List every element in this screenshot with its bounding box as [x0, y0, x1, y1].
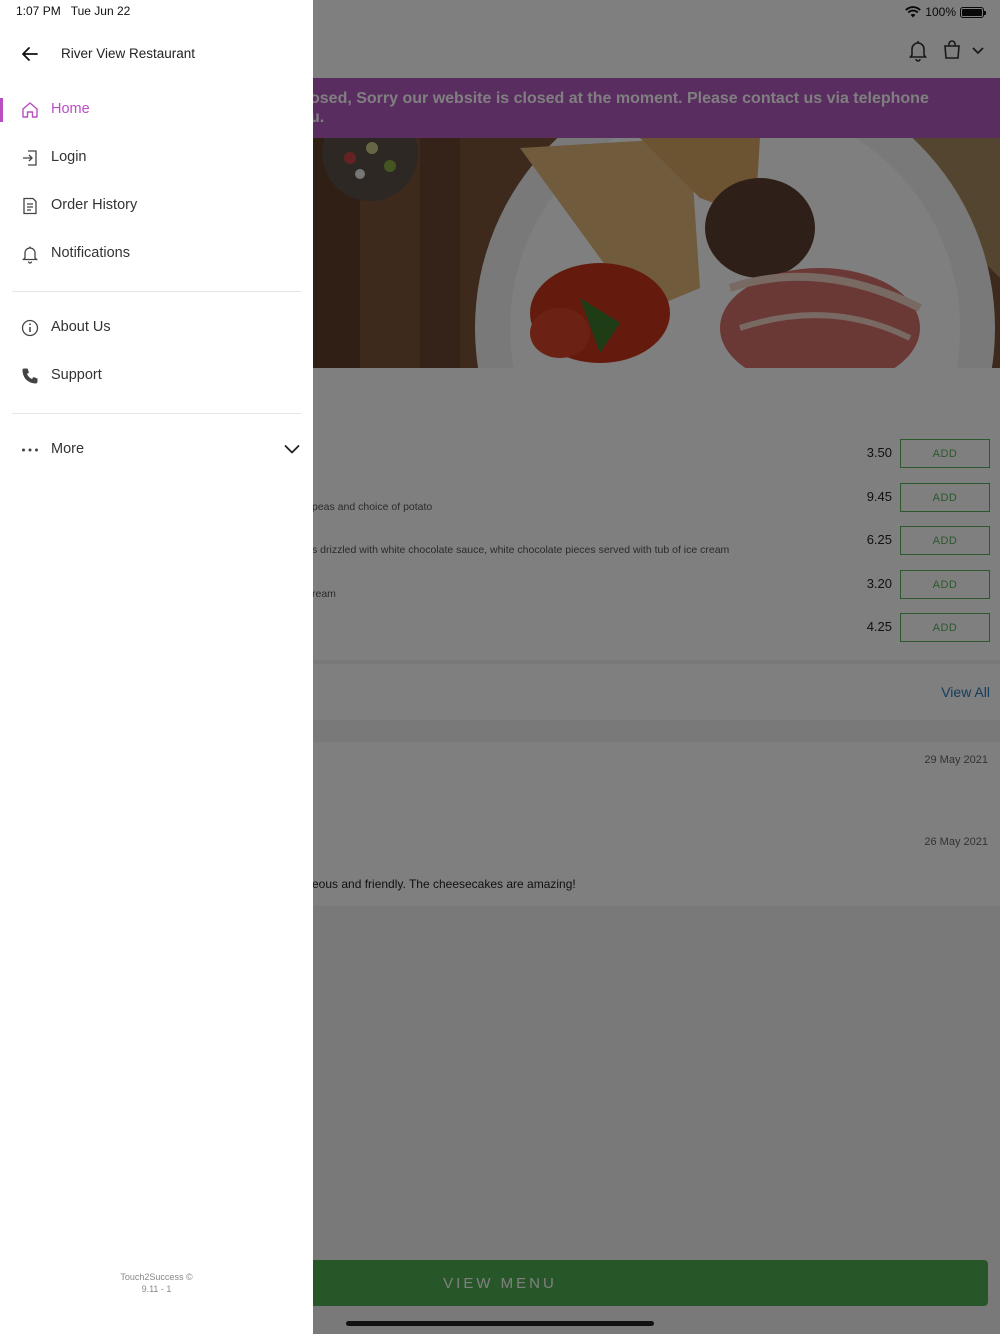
back-arrow-icon[interactable]: [20, 44, 40, 64]
status-date: Tue Jun 22: [70, 4, 131, 18]
nav-label: Home: [51, 101, 90, 117]
drawer-header: River View Restaurant: [0, 30, 313, 78]
chevron-down-icon[interactable]: [283, 440, 301, 458]
nav-item-support[interactable]: Support: [0, 354, 313, 398]
active-indicator: [0, 98, 3, 122]
nav-item-notifications[interactable]: Notifications: [0, 232, 313, 276]
bell-icon: [21, 246, 39, 264]
drawer-footer: Touch2Success © 9.11 - 1: [0, 1271, 313, 1295]
info-icon: [21, 319, 39, 337]
nav-item-more[interactable]: More: [0, 428, 313, 472]
order-history-icon: [23, 197, 37, 215]
nav-label: About Us: [51, 319, 111, 335]
nav-item-order-history[interactable]: Order History: [0, 184, 313, 228]
restaurant-name: River View Restaurant: [61, 46, 196, 61]
nav-label: Login: [51, 149, 87, 165]
status-bar-left: 1:07 PM Tue Jun 22: [16, 4, 130, 18]
divider: [12, 413, 301, 414]
status-time: 1:07 PM: [16, 4, 61, 18]
nav-label: Support: [51, 367, 102, 383]
nav-item-home[interactable]: Home: [0, 88, 313, 132]
footer-brand-text: Touch2Success ©: [120, 1272, 193, 1282]
footer-version: 9.11 - 1: [141, 1284, 172, 1294]
nav-label: More: [51, 441, 85, 457]
divider: [12, 291, 301, 292]
login-icon: [23, 150, 37, 166]
side-drawer: 1:07 PM Tue Jun 22 River View Restaurant …: [0, 0, 313, 1334]
nav-label: Order History: [51, 197, 138, 213]
home-indicator[interactable]: [346, 1321, 654, 1326]
nav-label: Notifications: [51, 245, 130, 261]
more-dots-icon: [22, 448, 38, 452]
home-icon: [22, 102, 38, 118]
nav-item-login[interactable]: Login: [0, 136, 313, 180]
phone-icon: [22, 368, 38, 384]
nav-item-about-us[interactable]: About Us: [0, 306, 313, 350]
